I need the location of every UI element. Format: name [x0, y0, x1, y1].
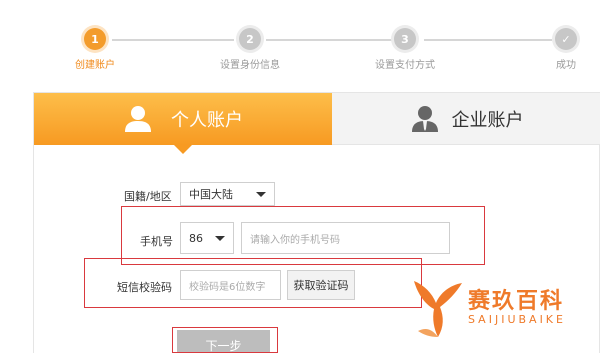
region-value: 中国大陆	[189, 188, 233, 201]
step-connector	[266, 39, 392, 41]
step-number: 1	[84, 28, 106, 50]
user-icon	[125, 106, 151, 132]
tab-label: 企业账户	[451, 109, 524, 131]
watermark-subtitle: SAIJIUBAIKE	[468, 313, 566, 326]
watermark: 赛玖百科 SAIJIUBAIKE	[410, 275, 600, 345]
chevron-down-icon	[256, 192, 266, 197]
step-number: 2	[239, 28, 261, 50]
account-type-tabs: 个人账户 企业账户	[34, 93, 600, 154]
check-icon: ✓	[555, 28, 577, 50]
region-label: 国籍/地区	[124, 190, 172, 203]
step-number: 3	[394, 28, 416, 50]
tab-business-account[interactable]: 企业账户	[332, 93, 600, 145]
step-4: ✓	[555, 28, 579, 52]
step-1: 1	[84, 28, 108, 52]
tab-label: 个人账户	[171, 110, 243, 131]
progress-steps: 1 创建账户 2 设置身份信息 3 设置支付方式 ✓ 成功	[0, 0, 600, 80]
businessman-icon	[411, 105, 438, 132]
step-label: 设置身份信息	[220, 60, 280, 71]
step-2: 2	[239, 28, 263, 52]
sms-annotation-box	[84, 258, 422, 308]
phone-annotation-box	[121, 206, 485, 265]
step-3: 3	[394, 28, 418, 52]
watermark-name: 赛玖百科	[468, 289, 565, 314]
region-select[interactable]: 中国大陆	[180, 182, 275, 206]
step-label: 创建账户	[75, 60, 115, 71]
whale-tail-logo-icon	[414, 281, 462, 337]
tab-personal-account[interactable]: 个人账户	[34, 93, 332, 145]
step-connector	[112, 39, 234, 41]
tab-pointer	[174, 145, 192, 154]
step-label: 成功	[556, 60, 576, 71]
step-label: 设置支付方式	[375, 60, 435, 71]
next-annotation-box	[172, 327, 278, 353]
step-connector	[424, 39, 552, 41]
